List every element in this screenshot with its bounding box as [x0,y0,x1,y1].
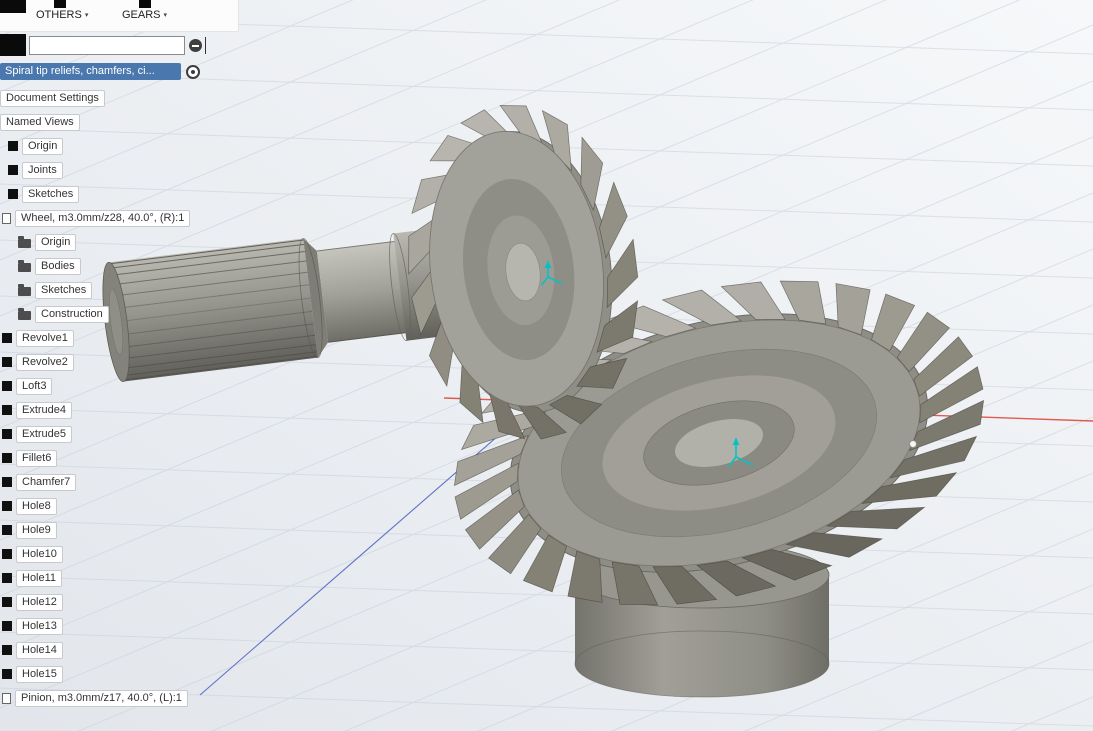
browser-row[interactable]: Bodies [18,254,190,278]
toolbar-tab-others-label: OTHERS [36,9,82,21]
browser-item-label[interactable]: Joints [22,161,63,179]
browser-row[interactable]: Document Settings [0,86,190,110]
search-input[interactable] [29,36,185,55]
browser-item-label[interactable]: Loft3 [16,377,53,395]
browser-item-label[interactable]: Wheel, m3.0mm/z28, 40.0°, (R):1 [15,209,191,227]
browser-row[interactable]: Extrude4 [2,398,190,422]
toolbar-tab-gears[interactable]: GEARS ▾ [122,9,167,21]
square-icon [2,501,12,511]
ui-icon-placeholder [0,0,26,13]
square-icon [2,525,12,535]
toolbar-tab-gears-label: GEARS [122,9,161,21]
square-icon [2,621,12,631]
gears-tab-icon [139,0,151,8]
square-icon [2,669,12,679]
folder-icon [18,259,31,272]
browser-item-label[interactable]: Named Views [0,113,80,131]
folder-icon [18,307,31,320]
browser-item-label[interactable]: Hole13 [16,617,63,635]
square-icon [2,405,12,415]
browser-row[interactable]: Origin [18,230,190,254]
folder-icon [18,235,31,248]
browser-item-label[interactable]: Extrude4 [16,401,73,419]
square-icon [8,189,18,199]
browser-row[interactable]: Fillet6 [2,446,190,470]
browser-item-label[interactable]: Sketches [35,281,93,299]
browser-item-label[interactable]: Revolve2 [16,353,74,371]
ui-icon-placeholder [0,34,26,56]
browser-item-label[interactable]: Bodies [35,257,81,275]
browser-item-label[interactable]: Hole14 [16,641,63,659]
browser-row[interactable]: Hole8 [2,494,190,518]
folder-icon [18,283,31,296]
selected-gear-entry[interactable]: Spiral tip reliefs, chamfers, ci... [0,63,181,80]
square-icon [8,165,18,175]
browser-tree: Document Settings Named Views Origin Joints… [0,86,191,710]
browser-item-label[interactable]: Origin [35,233,77,251]
toolbar-tab-others[interactable]: OTHERS ▾ [36,9,88,21]
browser-row[interactable]: Hole10 [2,542,190,566]
target-circle-icon[interactable] [186,65,200,79]
browser-row[interactable]: Construction [18,302,190,326]
browser-item-label[interactable]: Document Settings [0,89,105,107]
cad-app-window: OTHERS ▾ GEARS ▾ Spiral tip reliefs, cha… [0,0,1093,731]
browser-row[interactable]: Origin [8,134,190,158]
square-icon [2,549,12,559]
browser-row[interactable]: Hole9 [2,518,190,542]
browser-item-label[interactable]: Hole15 [16,665,63,683]
browser-item-label[interactable]: Hole8 [16,497,57,515]
browser-item-label[interactable]: Sketches [22,185,80,203]
text-cursor [205,37,206,54]
browser-item-label[interactable]: Hole9 [16,521,57,539]
toolbar: OTHERS ▾ GEARS ▾ [0,0,239,32]
browser-row[interactable]: Hole13 [2,614,190,638]
browser-row[interactable]: Named Views [0,110,190,134]
chevron-down-icon: ▾ [163,12,168,19]
browser-item-label[interactable]: Extrude5 [16,425,73,443]
square-icon [2,477,12,487]
browser-row[interactable]: Wheel, m3.0mm/z28, 40.0°, (R):1 [2,206,191,230]
browser-item-label[interactable]: Origin [22,137,64,155]
browser-row[interactable]: Loft3 [2,374,190,398]
square-icon [8,141,18,151]
grip-point[interactable] [909,440,917,448]
browser-row[interactable]: Extrude5 [2,422,190,446]
browser-item-label[interactable]: Construction [35,305,109,323]
browser-row[interactable]: Joints [8,158,190,182]
browser-row[interactable]: Hole11 [2,566,190,590]
browser-row[interactable]: Hole12 [2,590,190,614]
square-icon [2,333,12,343]
browser-row[interactable]: Revolve2 [2,350,190,374]
square-icon [2,453,12,463]
browser-row[interactable]: Hole14 [2,638,190,662]
browser-row[interactable]: Sketches [18,278,190,302]
browser-row[interactable]: Pinion, m3.0mm/z17, 40.0°, (L):1 [2,686,190,710]
browser-row[interactable]: Revolve1 [2,326,190,350]
browser-item-label[interactable]: Revolve1 [16,329,74,347]
browser-row[interactable]: Sketches [8,182,190,206]
component-icon [2,692,11,704]
browser-item-label[interactable]: Pinion, m3.0mm/z17, 40.0°, (L):1 [15,689,188,707]
browser-item-label[interactable]: Hole11 [16,569,63,587]
square-icon [2,645,12,655]
chevron-down-icon: ▾ [84,12,89,19]
browser-item-label[interactable]: Hole12 [16,593,63,611]
square-icon [2,357,12,367]
component-icon [2,212,11,224]
browser-row[interactable]: Hole15 [2,662,190,686]
browser-item-label[interactable]: Chamfer7 [16,473,77,491]
browser-row[interactable]: Chamfer7 [2,470,190,494]
square-icon [2,381,12,391]
others-tab-icon [54,0,66,8]
browser-item-label[interactable]: Fillet6 [16,449,58,467]
square-icon [2,429,12,439]
clear-search-icon[interactable] [189,39,202,52]
square-icon [2,573,12,583]
browser-item-label[interactable]: Hole10 [16,545,63,563]
square-icon [2,597,12,607]
